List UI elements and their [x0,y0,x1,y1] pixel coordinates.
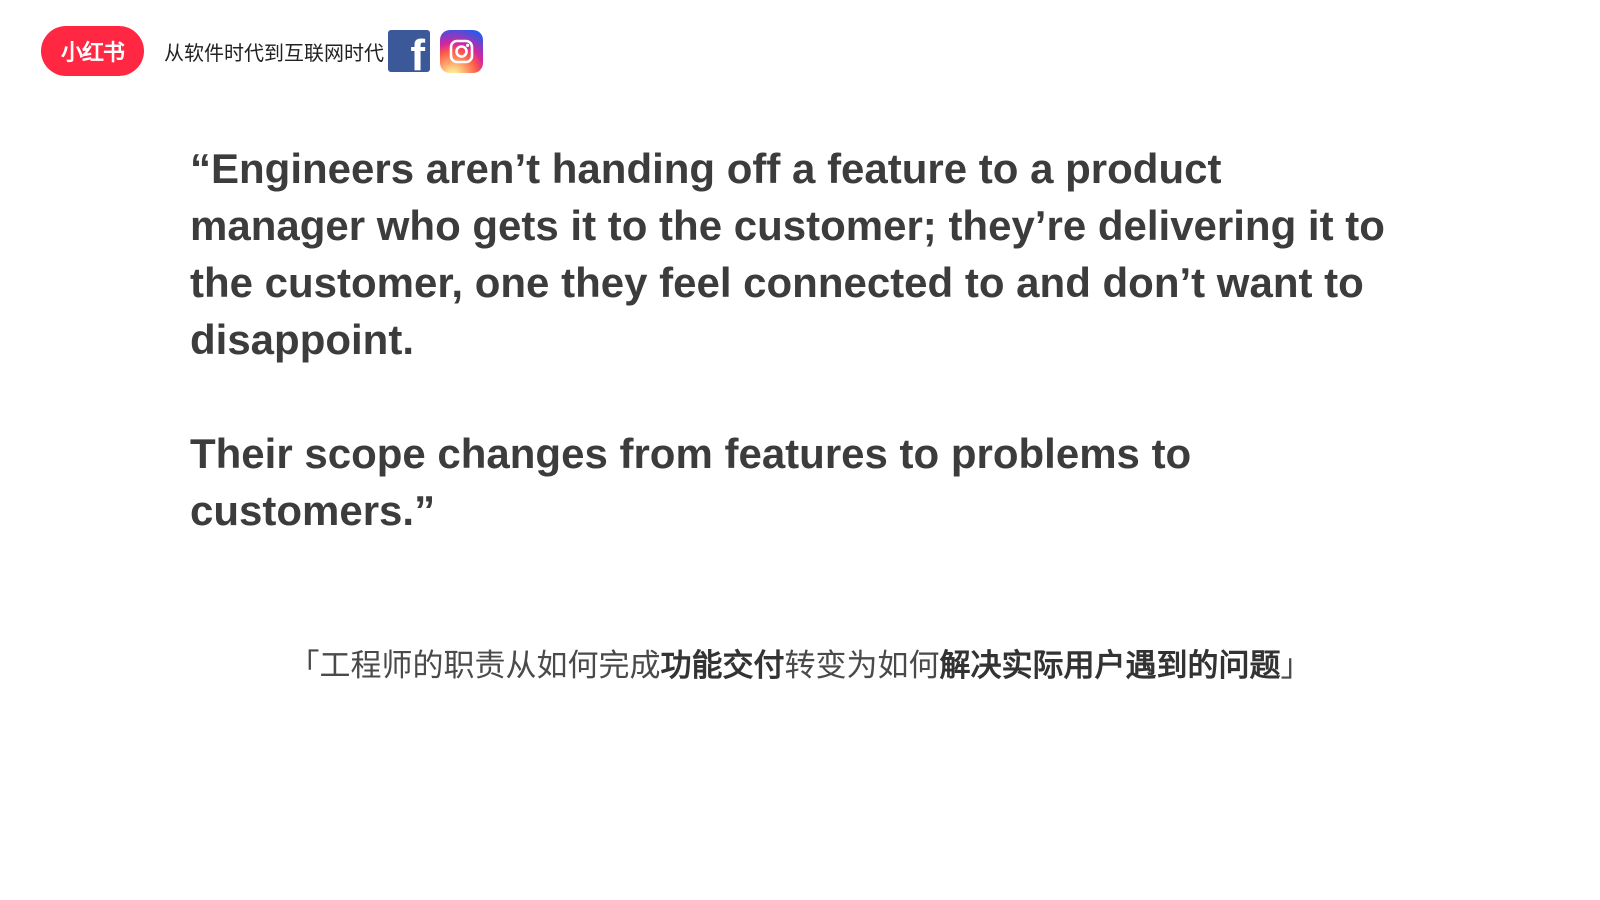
translation-close-bracket: 」 [1280,648,1312,684]
quote-paragraph-1: “Engineers aren’t handing off a feature … [190,145,1385,363]
xiaohongshu-logo[interactable]: 小红书 [41,26,144,76]
translation-part-1: 工程师的职责从如何完成 [319,648,661,684]
header-tagline: 从软件时代到互联网时代 [164,40,384,65]
facebook-glyph: f [410,31,425,73]
translation-highlight-feature-delivery: 功能交付 [660,648,785,684]
translation-part-3: 转变为如何 [784,648,940,684]
english-quote: “Engineers aren’t handing off a feature … [190,140,1390,539]
chinese-translation: 「工程师的职责从如何完成功能交付转变为如何解决实际用户遇到的问题」 [0,646,1600,686]
quote-paragraph-2: Their scope changes from features to pro… [190,430,1192,534]
header-bar: 小红书 从软件时代到互联网时代 f [41,26,483,76]
instagram-icon[interactable] [440,29,483,73]
instagram-glyph [449,39,474,63]
translation-open-bracket: 「 [288,648,320,684]
translation-highlight-solve-problems: 解决实际用户遇到的问题 [939,648,1281,684]
facebook-icon[interactable]: f [388,30,430,72]
